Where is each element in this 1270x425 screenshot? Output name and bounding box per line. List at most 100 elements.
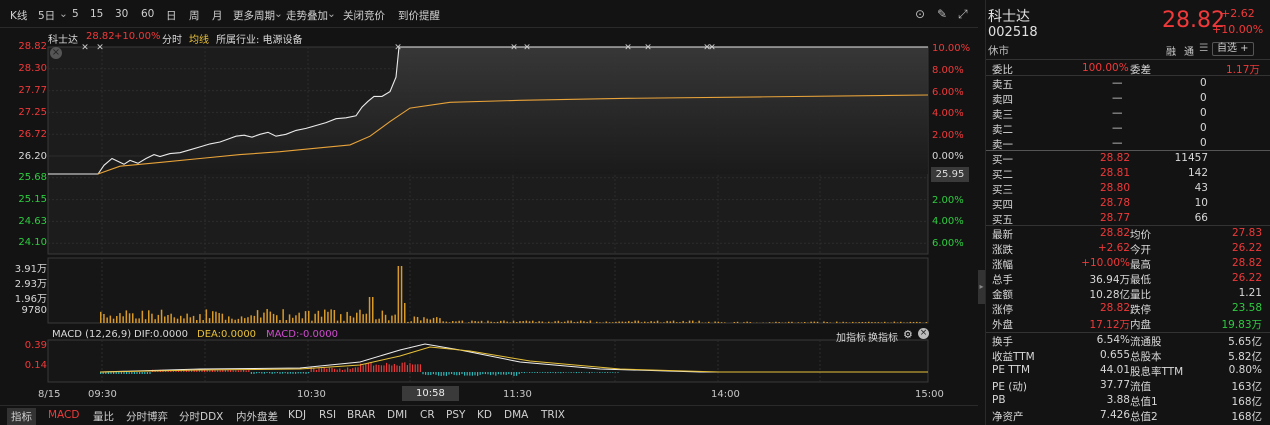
volume-bar: [548, 322, 550, 323]
tab-intraday[interactable]: 分时: [162, 31, 182, 46]
draw-pen-icon[interactable]: ✎: [937, 7, 947, 21]
macd-bar: [438, 372, 439, 376]
volume-panel-frame: [48, 258, 928, 323]
macd-bar: [386, 363, 387, 372]
volume-bar: [516, 322, 518, 323]
gear-icon[interactable]: ⚙: [903, 328, 913, 341]
macd-bar: [131, 372, 132, 374]
volume-bar: [270, 312, 272, 323]
volume-bar: [452, 321, 454, 323]
macd-bar: [274, 372, 275, 373]
macd-bar: [487, 372, 488, 374]
tab-inner-outer-diff[interactable]: 内外盘差: [236, 409, 278, 424]
macd-bar: [134, 372, 135, 374]
panel-collapse-handle[interactable]: ▸: [978, 270, 985, 304]
macd-bar: [285, 372, 286, 373]
overlay-menu[interactable]: 走势叠加: [286, 8, 328, 23]
price-alert-button[interactable]: 到价提醒: [398, 8, 440, 23]
macd-bar: [230, 370, 231, 372]
macd-bar: [355, 367, 356, 372]
tab-rsi[interactable]: RSI: [319, 409, 336, 421]
tab-period-15[interactable]: 15: [90, 8, 103, 20]
tab-macd[interactable]: MACD: [48, 409, 79, 421]
tab-trix[interactable]: TRIX: [541, 409, 565, 421]
bid-level-price: 28.78: [1098, 197, 1130, 209]
macd-bar: [490, 372, 491, 375]
fund-value: 37.77: [1056, 379, 1130, 391]
intraday-chart[interactable]: ✕ ✕ ✕ ✕ ✕ ✕ ✕ ✕✕: [0, 28, 978, 405]
volume-bar: [692, 321, 694, 323]
tab-dmi[interactable]: DMI: [387, 409, 407, 421]
tab-psy[interactable]: PSY: [446, 409, 465, 421]
tab-period-day[interactable]: 日: [166, 8, 177, 23]
switch-indicator-button[interactable]: 换指标: [868, 329, 898, 344]
macd-bar: [147, 372, 148, 374]
bid-level-label: 买二: [992, 167, 1013, 182]
close-icon[interactable]: ×: [918, 328, 929, 339]
volume-bar: [164, 317, 166, 324]
tab-period-5[interactable]: 5: [72, 8, 79, 20]
tab-brar[interactable]: BRAR: [347, 409, 376, 421]
tab-period-week[interactable]: 周: [189, 8, 200, 23]
fund-label: PB: [992, 394, 1006, 406]
volume-bar: [209, 318, 211, 323]
volume-bar: [167, 315, 169, 323]
tab-dma[interactable]: DMA: [504, 409, 528, 421]
bid-level-label: 买四: [992, 197, 1013, 212]
fund-label: PE TTM: [992, 364, 1030, 376]
macd-bar: [433, 372, 434, 374]
volume-bar: [247, 317, 249, 323]
close-icon[interactable]: ×: [50, 47, 62, 59]
limit-marker: ✕: [510, 43, 518, 53]
tab-intraday-ddx[interactable]: 分时DDX: [179, 409, 223, 424]
volume-bar: [311, 321, 313, 323]
tab-avg-line[interactable]: 均线: [189, 31, 209, 46]
macd-bar: [560, 372, 561, 373]
tab-kline[interactable]: K线: [10, 8, 27, 23]
macd-bar: [290, 372, 291, 374]
stat-label: 涨幅: [992, 257, 1013, 272]
volume-bar: [138, 318, 140, 323]
add-indicator-button[interactable]: 加指标: [836, 329, 866, 344]
macd-bar: [251, 372, 252, 374]
volume-bar: [436, 317, 438, 323]
tab-period-30[interactable]: 30: [115, 8, 128, 20]
collapse-circle-icon[interactable]: ⊙: [915, 7, 925, 21]
tab-five-day[interactable]: 5日: [38, 8, 55, 23]
volume-bar: [154, 319, 156, 323]
tab-intraday-game[interactable]: 分时博弈: [126, 409, 168, 424]
volume-bar: [846, 322, 848, 323]
volume-bar: [455, 321, 457, 323]
tab-indicator[interactable]: 指标: [7, 408, 36, 425]
tab-volume-ratio[interactable]: 量比: [93, 409, 114, 424]
macd-bar: [376, 365, 377, 372]
tab-cr[interactable]: CR: [420, 409, 435, 421]
close-auction-button[interactable]: 关闭竞价: [343, 8, 385, 23]
menu-icon[interactable]: ☰: [1199, 42, 1208, 54]
macd-bar: [139, 372, 140, 374]
macd-bar: [116, 372, 117, 374]
limit-marker: ✕: [523, 43, 531, 53]
chevron-down-icon[interactable]: ⌄: [274, 8, 283, 20]
tab-period-60[interactable]: 60: [141, 8, 154, 20]
volume-bar: [122, 316, 124, 323]
stat-value: 28.82: [1186, 257, 1262, 269]
volume-bar: [801, 323, 803, 324]
more-periods-menu[interactable]: 更多周期: [233, 8, 275, 23]
tab-kdj[interactable]: KDJ: [288, 409, 306, 421]
chevron-down-icon[interactable]: ⌄: [59, 8, 68, 20]
bid-level-price: 28.80: [1098, 182, 1130, 194]
ask-level-volume: 0: [1200, 92, 1207, 104]
macd-bar: [415, 364, 416, 372]
tab-kd[interactable]: KD: [477, 409, 492, 421]
macd-bar: [209, 371, 210, 373]
volume-bar: [366, 314, 368, 323]
macd-bar: [599, 372, 600, 373]
volume-bar: [263, 313, 265, 323]
stat-label: 均价: [1130, 227, 1151, 242]
add-watchlist-button[interactable]: 自选 +: [1212, 42, 1254, 56]
tab-period-month[interactable]: 月: [212, 8, 223, 23]
fullscreen-icon[interactable]: ⤢: [958, 7, 968, 22]
volume-bar: [750, 322, 752, 323]
chevron-down-icon[interactable]: ⌄: [327, 8, 336, 20]
